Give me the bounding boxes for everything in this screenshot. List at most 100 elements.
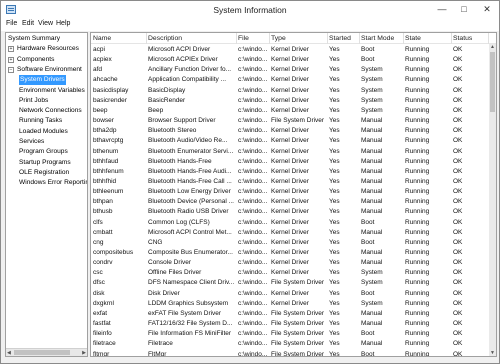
table-row[interactable]: dxgkrnl LDDM Graphics Subsystem c:\windo..… [91,299,489,309]
table-row[interactable]: bthа2dp Bluetooth Stereo c:\windo... Kernel… [91,126,489,136]
table-cell: Running [405,46,430,53]
column-header[interactable]: Started [328,33,360,44]
table-row[interactable]: bthhfaud Bluetooth Hands-Free c:\windo... K… [91,157,489,167]
maximize-button[interactable]: □ [453,1,475,19]
tree-item[interactable]: Windows Error Reporting [19,178,87,188]
menu-view[interactable]: View [38,20,53,27]
table-cell: Running [405,177,430,185]
horizontal-scroll-thumb[interactable] [14,350,70,355]
tree-item[interactable]: System Drivers [19,75,66,86]
tree-item[interactable]: Print Jobs [19,96,48,106]
minimize-button[interactable]: — [431,1,453,19]
column-header[interactable]: Start Mode [360,33,404,44]
column-header[interactable]: Description [147,33,237,44]
tree-item[interactable]: OLE Registration [19,168,69,178]
column-header[interactable]: Type [270,33,328,44]
table-row[interactable]: fltmgr FltMgr c:\windo... File System Drive… [91,350,489,357]
tree-horizontal-scrollbar[interactable]: ◀ ▶ [6,348,87,356]
table-row[interactable]: filetrace Filetrace c:\windo... File System… [91,339,489,349]
table-cell: File System Driver [271,117,325,125]
menu-file[interactable]: File [6,20,17,27]
table-cell: Manual [361,137,383,145]
table-cell: Running [405,127,430,135]
tree-item[interactable]: Running Tasks [19,116,62,126]
table-row[interactable]: bthleenum Bluetooth Low Energy Driver c:\w… [91,187,489,197]
table-row[interactable]: acpiex Microsoft ACPIEx Driver c:\windo...… [91,55,489,65]
table-cell: OK [453,127,463,135]
category-tree[interactable]: System Summary + Hardware Resources + Compon… [5,32,88,357]
table-row[interactable]: bthhfenum Bluetooth Hands-Free Audi... c:\… [91,167,489,177]
table-row[interactable]: bthavrcptg Bluetooth Audio/Video Re... c:\… [91,136,489,146]
tree-item[interactable]: Environment Variables [19,86,85,96]
menu-edit[interactable]: Edit [22,20,34,27]
table-row[interactable]: dfsc DFS Namespace Client Driv... c:\windo… [91,278,489,288]
tree-item[interactable]: Software Environment [17,65,82,75]
scroll-left-arrow-icon[interactable]: ◀ [7,350,11,356]
column-header[interactable]: Name [92,33,147,44]
table-cell: OK [453,66,463,74]
table-cell: Boot [361,56,375,64]
table-row[interactable]: fastfat FAT12/16/32 File System D... c:\wi… [91,319,489,329]
scroll-right-arrow-icon[interactable]: ▶ [82,350,86,356]
table-row[interactable]: disk Disk Driver c:\windo... Kernel Driver Y… [91,289,489,299]
table-row[interactable]: fileinfo File Information FS MiniFilter c:… [91,329,489,339]
tree-expander-icon[interactable]: + [8,56,14,63]
table-cell: OK [453,167,463,175]
scroll-up-arrow-icon[interactable]: ▲ [490,44,495,50]
table-row[interactable]: acpi Microsoft ACPI Driver c:\windo... Kern… [91,45,489,55]
close-button[interactable]: ✕ [475,1,499,19]
tree-item[interactable]: System Summary [8,34,60,44]
table-cell: OK [453,279,463,287]
table-cell: Running [405,249,430,256]
table-row[interactable]: compositebus Composite Bus Enumerator... c… [91,248,489,258]
table-cell: c:\windo... [238,218,268,226]
table-cell: dxgkrnl [93,299,114,307]
table-cell: CNG [148,238,163,246]
tree-expander-icon[interactable]: + [8,46,14,53]
table-row[interactable]: bthusb Bluetooth Radio USB Driver c:\windo… [91,207,489,217]
table-row[interactable]: ahcache Application Compatibility ... c:\w… [91,75,489,85]
table-row[interactable]: bthpan Bluetooth Device (Personal ... c:\w… [91,197,489,207]
table-row[interactable]: bthhfhid Bluetooth Hands-Free Call ... c:\… [91,177,489,187]
table-cell: Kernel Driver [271,259,309,267]
tree-item[interactable]: Services [19,137,44,147]
tree-item[interactable]: Components [17,55,54,65]
scroll-down-arrow-icon[interactable]: ▼ [490,350,495,356]
table-cell: System [361,299,383,307]
table-row[interactable]: exfat exFAT File System Driver c:\windo...… [91,309,489,319]
table-row[interactable]: cng CNG c:\windo... Kernel Driver Yes Boot Run… [91,238,489,248]
table-row[interactable]: csc Offline Files Driver c:\windo... Kernel… [91,268,489,278]
tree-item[interactable]: Startup Programs [19,158,71,168]
table-cell: Microsoft ACPIEx Driver [148,56,218,64]
table-cell: OK [453,228,463,236]
table-cell: BasicRender [148,96,186,104]
menu-help[interactable]: Help [56,20,70,27]
table-row[interactable]: bowser Browser Support Driver c:\windo... F… [91,116,489,126]
table-cell: Running [405,147,430,155]
table-row[interactable]: beep Beep c:\windo... Kernel Driver Yes Syste… [91,106,489,116]
table-cell: c:\windo... [238,299,268,307]
table-row[interactable]: condrv Console Driver c:\windo... Kernel Dr… [91,258,489,268]
tree-expander-icon[interactable]: − [8,66,14,73]
column-header[interactable]: State [404,33,452,44]
table-row[interactable]: afd Ancillary Function Driver fo... c:\win… [91,65,489,75]
table-cell: Kernel Driver [271,127,309,135]
table-cell: System [361,269,383,277]
tree-item[interactable]: Hardware Resources [17,44,79,54]
vertical-scroll-thumb[interactable] [490,52,495,112]
tree-item[interactable]: Program Groups [19,147,68,157]
table-row[interactable]: clfs Common Log (CLFS) c:\windo... Kernel D… [91,218,489,228]
table-row[interactable]: basicrender BasicRender c:\windo... Kernel … [91,96,489,106]
table-row[interactable]: cmbatt Microsoft ACPI Control Met... c:\wi… [91,228,489,238]
tree-item[interactable]: Loaded Modules [19,127,68,137]
column-header[interactable]: File [237,33,270,44]
table-cell: Running [405,167,430,175]
vertical-scrollbar[interactable]: ▲ ▼ [489,44,496,356]
table-cell: Kernel Driver [271,208,309,216]
table-row[interactable]: basicdisplay BasicDisplay c:\windo... Kerne… [91,86,489,96]
title-bar[interactable]: System Information — □ ✕ [1,1,499,19]
table-cell: Yes [329,238,340,246]
column-header[interactable]: Status [452,33,489,44]
table-row[interactable]: bthenum Bluetooth Enumerator Servi... c:\w… [91,147,489,157]
tree-item[interactable]: Network Connections [19,106,82,116]
